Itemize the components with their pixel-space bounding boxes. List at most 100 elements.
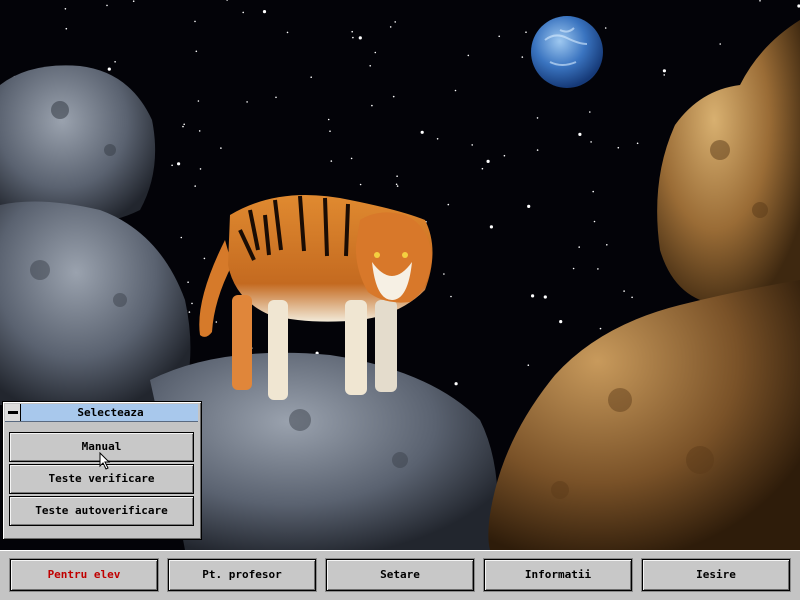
- star: [450, 295, 452, 298]
- star: [486, 159, 490, 163]
- star: [194, 185, 196, 187]
- manual-button[interactable]: Manual: [9, 432, 194, 462]
- star: [199, 168, 202, 170]
- star: [389, 26, 392, 28]
- star: [180, 236, 183, 239]
- star: [310, 76, 313, 78]
- information-button[interactable]: Informatii: [484, 559, 632, 591]
- menu-title: Selecteaza: [77, 406, 144, 419]
- student-button[interactable]: Pentru elev: [10, 559, 158, 591]
- teacher-button[interactable]: Pt. profesor: [168, 559, 316, 591]
- star: [203, 257, 206, 260]
- star: [527, 364, 530, 367]
- star: [663, 74, 665, 76]
- star: [107, 67, 111, 71]
- star: [447, 203, 450, 206]
- star: [572, 267, 575, 270]
- star: [183, 123, 185, 126]
- star: [359, 183, 362, 186]
- star: [392, 95, 395, 98]
- star: [351, 30, 354, 33]
- star: [106, 4, 108, 7]
- star: [590, 141, 592, 143]
- star: [194, 20, 196, 23]
- minus-icon[interactable]: [5, 404, 21, 421]
- star: [358, 36, 362, 40]
- star: [599, 327, 602, 330]
- star: [531, 294, 535, 298]
- star: [759, 0, 761, 2]
- star: [536, 117, 539, 119]
- star: [719, 43, 721, 45]
- star: [374, 51, 377, 54]
- star: [578, 132, 582, 136]
- star: [329, 130, 331, 132]
- star: [536, 149, 539, 151]
- star: [197, 100, 200, 102]
- star: [454, 89, 457, 92]
- star: [543, 295, 547, 299]
- star: [65, 27, 68, 30]
- star: [327, 118, 330, 121]
- settings-button[interactable]: Setare: [326, 559, 474, 591]
- star: [114, 61, 116, 63]
- star: [467, 54, 470, 57]
- star: [521, 56, 524, 58]
- star: [171, 164, 173, 167]
- star: [191, 302, 193, 305]
- star: [578, 246, 580, 248]
- star: [132, 0, 135, 2]
- star: [592, 190, 594, 193]
- star: [220, 147, 222, 149]
- star: [394, 21, 397, 23]
- star: [350, 157, 353, 160]
- star: [215, 321, 218, 323]
- star: [527, 204, 531, 208]
- select-menu-window: Selecteaza Manual Teste verificare Teste…: [2, 401, 202, 540]
- bottom-toolbar: Pentru elev Pt. profesor Setare Informat…: [0, 550, 800, 600]
- star: [198, 130, 201, 132]
- star: [631, 296, 633, 299]
- star: [177, 162, 181, 166]
- star: [617, 146, 620, 149]
- star: [330, 160, 333, 162]
- star: [489, 225, 493, 229]
- menu-titlebar: Selecteaza: [5, 404, 198, 422]
- star: [559, 320, 563, 324]
- star: [597, 268, 599, 270]
- star: [604, 27, 607, 29]
- star: [503, 154, 506, 157]
- self-verification-tests-button[interactable]: Teste autoverificare: [9, 496, 194, 526]
- star: [593, 220, 596, 223]
- star: [275, 96, 277, 99]
- star: [498, 35, 501, 38]
- star: [589, 111, 591, 113]
- star: [286, 31, 289, 34]
- star: [352, 36, 354, 39]
- star: [396, 175, 398, 177]
- exit-button[interactable]: Iesire: [642, 559, 790, 591]
- star: [195, 50, 198, 53]
- verification-tests-button[interactable]: Teste verificare: [9, 464, 194, 494]
- star: [471, 144, 474, 146]
- planet: [531, 16, 603, 88]
- star: [262, 10, 267, 14]
- star: [64, 8, 67, 10]
- star: [420, 130, 424, 134]
- star: [623, 290, 625, 292]
- star: [454, 382, 458, 386]
- star: [396, 185, 399, 187]
- star: [187, 281, 189, 284]
- star: [395, 183, 398, 186]
- star: [636, 142, 639, 145]
- star: [606, 244, 608, 246]
- star: [246, 101, 248, 103]
- star: [369, 65, 372, 67]
- star: [188, 311, 191, 313]
- star: [525, 31, 527, 33]
- star: [182, 125, 184, 128]
- star: [436, 138, 439, 140]
- star: [481, 167, 484, 170]
- star: [443, 273, 445, 275]
- star: [242, 11, 244, 14]
